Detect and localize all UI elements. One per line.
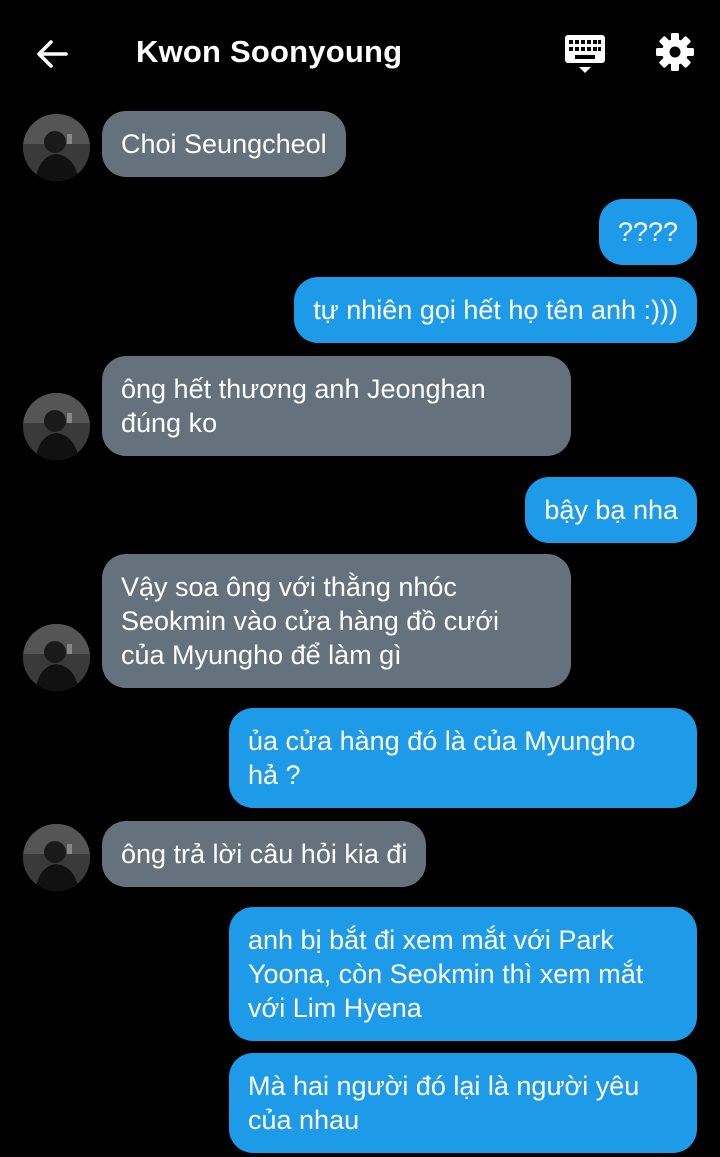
- message-line: ủa cửa hàng đó là của Myungho: [248, 726, 636, 756]
- message-line: Yoona, còn Seokmin thì xem mắt: [248, 959, 644, 989]
- message-bubble-incoming[interactable]: ông hết thương anh Jeonghan đúng ko: [102, 356, 571, 456]
- gear-icon[interactable]: [653, 30, 697, 74]
- message-line: của Myungho để làm gì: [121, 640, 402, 670]
- contact-name-title: Kwon Soonyoung: [136, 34, 403, 69]
- message-line: ông hết thương anh Jeonghan: [121, 374, 486, 404]
- avatar-photo: [23, 824, 90, 891]
- message-line: đúng ko: [121, 408, 218, 438]
- message-bubble-incoming[interactable]: Choi Seungcheol: [102, 111, 346, 177]
- contact-avatar[interactable]: [23, 114, 90, 181]
- contact-avatar[interactable]: [23, 624, 90, 691]
- message-line: Seokmin vào cửa hàng đồ cưới: [121, 606, 500, 636]
- message-bubble-outgoing[interactable]: ????: [598, 199, 697, 265]
- message-bubble-outgoing[interactable]: bậy bạ nha: [525, 477, 697, 543]
- message-bubble-outgoing[interactable]: ủa cửa hàng đó là của Myungho hả ?: [229, 708, 697, 808]
- keyboard-icon[interactable]: [563, 32, 607, 76]
- message-bubble-outgoing[interactable]: tự nhiên gọi hết họ tên anh :))): [294, 277, 697, 343]
- avatar-photo: [23, 114, 90, 181]
- contact-avatar[interactable]: [23, 824, 90, 891]
- arrow-left-icon[interactable]: [32, 34, 72, 74]
- message-bubble-incoming[interactable]: ông trả lời câu hỏi kia đi: [102, 821, 427, 887]
- message-bubble-outgoing[interactable]: Mà hai người đó lại là người yêu của nha…: [229, 1053, 697, 1153]
- message-line: Choi Seungcheol: [121, 129, 327, 159]
- message-line: với Lim Hyena: [248, 993, 422, 1023]
- message-line: tự nhiên gọi hết họ tên anh :))): [313, 295, 678, 325]
- message-line: ????: [617, 217, 678, 247]
- avatar-photo: [23, 624, 90, 691]
- message-line: Vậy soa ông với thằng nhóc: [121, 572, 457, 602]
- chat-header: Kwon Soonyoung: [0, 0, 720, 105]
- message-line: của nhau: [248, 1105, 360, 1135]
- message-line: hả ?: [248, 760, 301, 790]
- message-bubble-incoming[interactable]: Vậy soa ông với thằng nhóc Seokmin vào c…: [102, 554, 571, 688]
- contact-avatar[interactable]: [23, 393, 90, 460]
- message-line: ông trả lời câu hỏi kia đi: [121, 839, 408, 869]
- message-line: anh bị bắt đi xem mắt với Park: [248, 925, 614, 955]
- avatar-photo: [23, 393, 90, 460]
- message-line: bậy bạ nha: [544, 495, 678, 525]
- message-line: Mà hai người đó lại là người yêu: [248, 1071, 640, 1101]
- message-bubble-outgoing[interactable]: anh bị bắt đi xem mắt với Park Yoona, cò…: [229, 907, 697, 1041]
